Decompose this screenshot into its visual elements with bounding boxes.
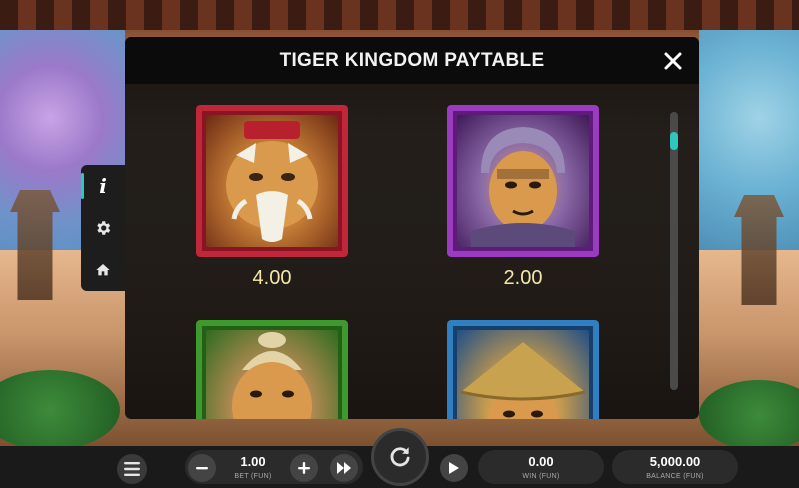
home-button[interactable] <box>81 249 125 291</box>
side-menu: i <box>81 165 125 291</box>
increase-bet-button[interactable] <box>290 454 318 482</box>
info-icon: i <box>99 174 107 198</box>
monk-tiger-portrait <box>206 330 338 419</box>
win-value: 0.00 <box>528 454 554 469</box>
elder-tiger-icon <box>226 121 318 242</box>
straw-hat-tiger-portrait <box>457 330 589 419</box>
plus-icon <box>298 462 310 474</box>
warrior-tiger-icon <box>471 127 575 247</box>
hamburger-icon <box>124 462 140 476</box>
scroll-thumb[interactable] <box>670 132 678 150</box>
info-button[interactable]: i <box>81 165 125 207</box>
autoplay-button[interactable] <box>440 454 468 482</box>
menu-button[interactable] <box>117 454 147 484</box>
paytable-scrollbar[interactable] <box>670 112 678 390</box>
decrease-bet-button[interactable] <box>188 454 216 482</box>
right-pagoda <box>734 195 784 305</box>
paytable-header: TIGER KINGDOM PAYTABLE <box>125 37 699 84</box>
warrior-tiger-payout: 2.00 <box>503 267 543 289</box>
settings-button[interactable] <box>81 207 125 249</box>
bet-value: 1.00 <box>240 454 266 469</box>
paytable-title: TIGER KINGDOM PAYTABLE <box>279 49 545 71</box>
gear-icon <box>97 221 111 235</box>
symbol-card-monk-tiger <box>196 320 348 419</box>
symbol-card-straw-hat-tiger <box>447 320 599 419</box>
symbol-card-elder-tiger <box>196 105 348 257</box>
fast-forward-icon <box>337 462 351 474</box>
paytable-modal: TIGER KINGDOM PAYTABLE 4.00 2.00 <box>125 37 699 419</box>
symbol-card-warrior-tiger <box>447 105 599 257</box>
right-bush <box>699 380 799 446</box>
monk-tiger-icon <box>232 332 312 419</box>
balance-value: 5,000.00 <box>649 454 701 469</box>
win-label: WIN (FUN) <box>522 473 560 480</box>
straw-hat-tiger-icon <box>460 342 586 419</box>
turbo-button[interactable] <box>330 454 358 482</box>
home-icon <box>96 264 110 276</box>
minus-icon <box>196 467 208 470</box>
temple-roof <box>0 0 799 30</box>
left-bush <box>0 370 120 446</box>
play-icon <box>449 462 459 474</box>
elder-tiger-portrait <box>206 115 338 247</box>
left-pagoda <box>10 190 60 300</box>
spin-button[interactable] <box>371 428 429 486</box>
spin-icon <box>390 447 410 467</box>
warrior-tiger-portrait <box>457 115 589 247</box>
balance-label: BALANCE (FUN) <box>646 473 704 480</box>
bet-label: BET (FUN) <box>234 473 272 480</box>
close-icon[interactable] <box>661 49 685 73</box>
elder-tiger-payout: 4.00 <box>252 267 292 289</box>
